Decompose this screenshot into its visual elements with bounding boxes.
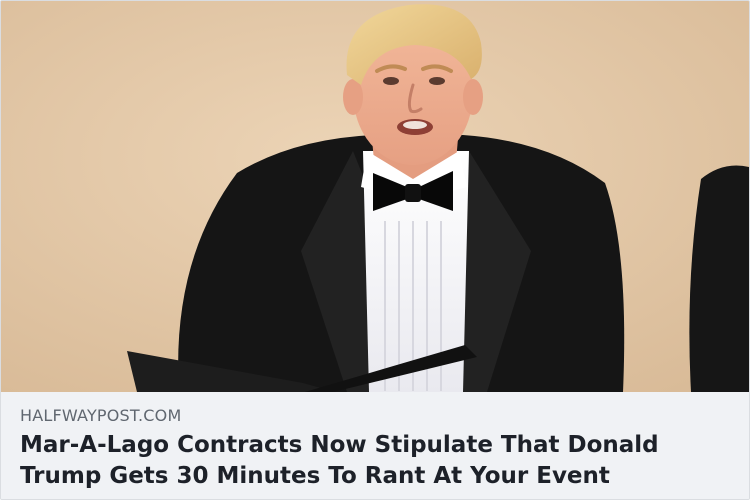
link-preview-meta[interactable]: HALFWAYPOST.COM Mar-A-Lago Contracts Now… — [1, 392, 749, 499]
source-domain[interactable]: HALFWAYPOST.COM — [20, 406, 181, 425]
article-headline[interactable]: Mar-A-Lago Contracts Now Stipulate That … — [20, 430, 730, 492]
article-photo-illustration — [1, 1, 749, 392]
article-thumbnail-image[interactable] — [1, 1, 749, 392]
link-preview-card[interactable]: HALFWAYPOST.COM Mar-A-Lago Contracts Now… — [0, 0, 750, 500]
